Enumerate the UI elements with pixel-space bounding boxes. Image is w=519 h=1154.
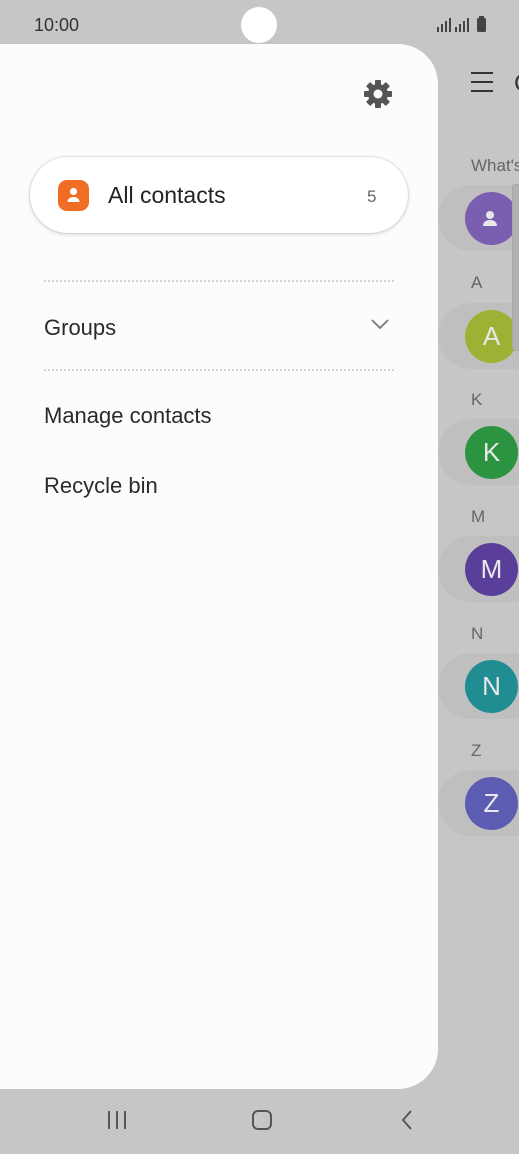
divider [44, 280, 394, 282]
section-letter: Z [471, 741, 482, 760]
divider [44, 369, 394, 371]
contact-card[interactable]: K [438, 419, 519, 485]
all-contacts-count: 5 [367, 187, 377, 206]
hamburger-icon[interactable] [471, 72, 493, 92]
contact-card[interactable]: Z [438, 770, 519, 836]
section-letter: A [471, 273, 483, 292]
whats-new-label: What's [471, 156, 519, 175]
section-letter: N [471, 624, 484, 643]
status-time: 10:00 [34, 15, 80, 35]
recents-icon[interactable] [102, 1105, 132, 1135]
manage-contacts-item[interactable]: Manage contacts [44, 403, 212, 429]
contact-avatar: N [465, 660, 518, 713]
navigation-drawer: All contacts 5 Groups Manage contacts Re… [0, 44, 438, 1089]
contact-avatar: K [465, 426, 518, 479]
contact-avatar: M [465, 543, 518, 596]
contacts-list-background: C What's A A K K M M N N Z Z [438, 44, 519, 1089]
section-letter: K [471, 390, 483, 409]
contact-book-icon [58, 180, 89, 211]
contact-card[interactable]: A [438, 303, 519, 369]
contact-card[interactable]: N [438, 653, 519, 719]
all-contacts-label: All contacts [108, 182, 226, 208]
contact-card[interactable]: M [438, 536, 519, 602]
contact-avatar: Z [465, 777, 518, 830]
camera-cutout [241, 7, 277, 43]
gear-icon[interactable] [362, 78, 394, 110]
recycle-bin-item[interactable]: Recycle bin [44, 473, 158, 499]
person-icon [482, 210, 497, 226]
section-letter: M [471, 507, 486, 526]
scrollbar[interactable] [512, 184, 519, 351]
profile-card[interactable] [438, 185, 519, 251]
contacts-title-fragment: C [514, 70, 519, 98]
contact-avatar: A [465, 310, 518, 363]
back-icon[interactable] [392, 1105, 422, 1135]
chevron-down-icon[interactable] [370, 318, 390, 330]
system-navigation-bar [0, 1089, 519, 1154]
home-icon[interactable] [247, 1105, 277, 1135]
groups-item[interactable]: Groups [44, 315, 116, 341]
profile-avatar [465, 192, 518, 245]
all-contacts-item[interactable]: All contacts 5 [30, 157, 408, 233]
signal-battery-icon [437, 16, 486, 32]
status-bar: 10:00 [0, 0, 519, 46]
